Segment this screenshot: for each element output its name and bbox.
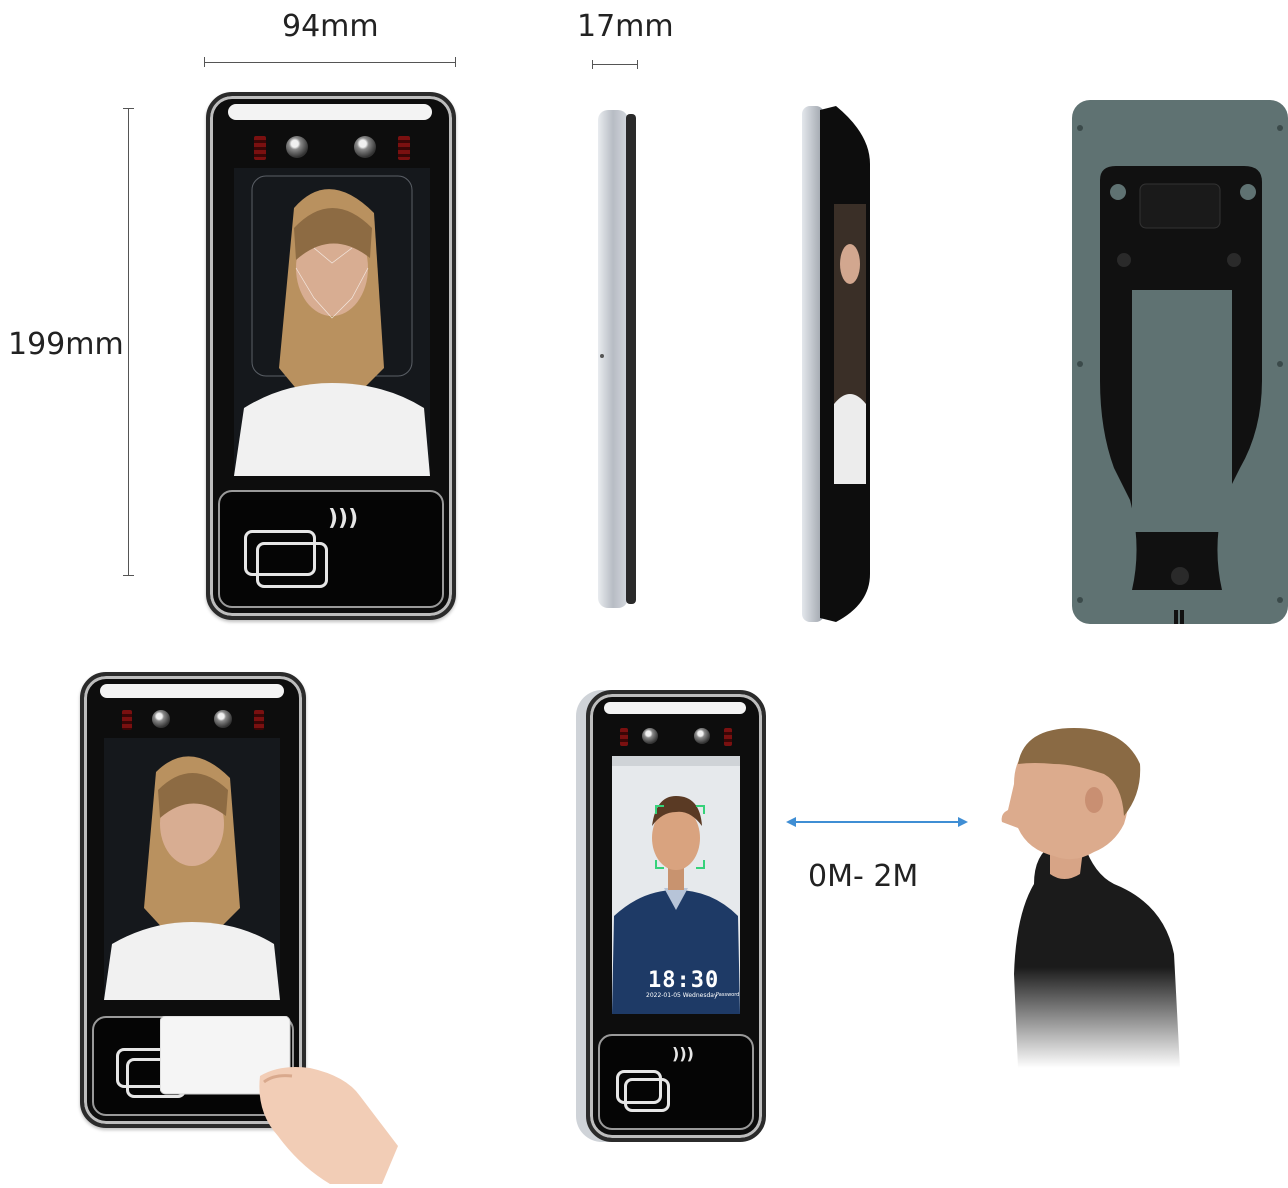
card-reader-panel: ))) <box>218 490 444 608</box>
ir-sensor-icon <box>724 728 732 746</box>
nfc-wave-icon: ))) <box>672 1044 694 1063</box>
camera-icon <box>642 728 658 744</box>
ir-sensor-icon <box>254 136 266 160</box>
front-view-terminal: ))) <box>206 92 456 620</box>
angled-view-terminal <box>800 104 872 624</box>
recognition-screen: 18:30 2022-01-05 Wednesday Password <box>612 756 740 1014</box>
woman-portrait-image <box>234 168 430 476</box>
camera-icon <box>152 710 170 728</box>
width-dimension-line <box>204 62 456 63</box>
height-dimension-line <box>128 108 129 576</box>
height-label: 199mm <box>8 327 124 362</box>
card-reader-panel: ))) <box>598 1034 754 1130</box>
woman-portrait-image <box>104 738 280 1000</box>
camera-icon <box>694 728 710 744</box>
back-view-terminal <box>1072 100 1288 624</box>
distance-label: 0M- 2M <box>808 859 919 894</box>
man-profile-image <box>994 724 1180 1068</box>
password-button[interactable]: Password <box>716 992 739 998</box>
width-label: 94mm <box>282 9 379 44</box>
ir-sensor-icon <box>398 136 410 160</box>
depth-label: 17mm <box>577 9 674 44</box>
side-view-terminal <box>596 110 638 608</box>
distance-arrow <box>786 814 968 828</box>
depth-dimension-line <box>592 64 638 65</box>
nfc-wave-icon: ))) <box>328 506 359 531</box>
face-recognition-screen <box>104 738 280 1000</box>
camera-icon <box>286 136 308 158</box>
ir-sensor-icon <box>620 728 628 746</box>
ir-sensor-icon <box>122 710 132 730</box>
ir-sensor-icon <box>254 710 264 730</box>
camera-icon <box>354 136 376 158</box>
clock-time: 18:30 <box>648 968 720 993</box>
face-recognition-screen <box>234 168 430 476</box>
clock-date: 2022-01-05 Wednesday <box>646 992 718 999</box>
camera-icon <box>214 710 232 728</box>
access-card-in-hand <box>159 1015 400 1184</box>
recognition-terminal: 18:30 2022-01-05 Wednesday Password ))) <box>586 690 766 1142</box>
